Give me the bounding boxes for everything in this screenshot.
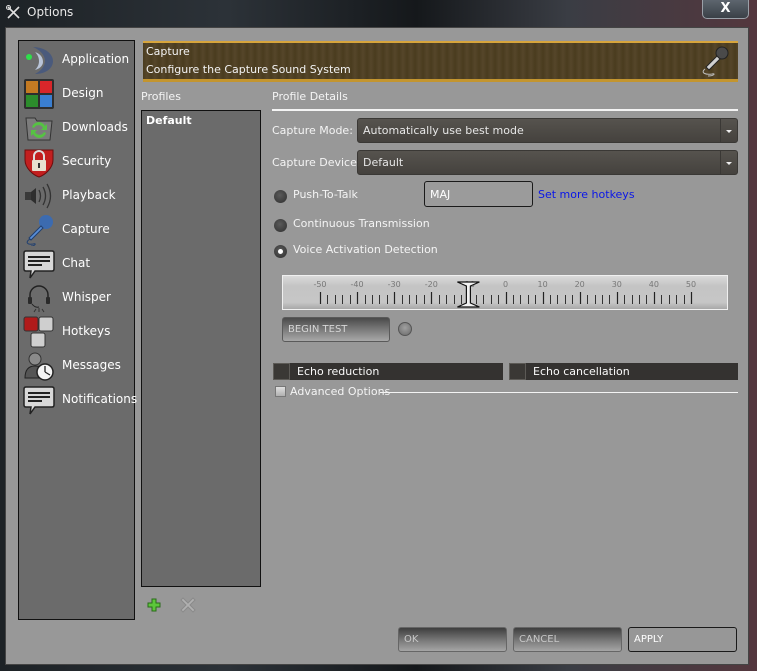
divider (380, 392, 738, 393)
hotkey-input[interactable]: MAJ (424, 181, 533, 207)
sidebar-item-label: Messages (62, 358, 121, 372)
sidebar-item-label: Playback (62, 188, 116, 202)
sidebar-item-design[interactable]: Design (22, 77, 134, 111)
slider-tick-label: 50 (686, 280, 696, 289)
sidebar-item-playback[interactable]: Playback (22, 179, 134, 213)
advanced-options-checkbox[interactable] (275, 386, 286, 397)
sidebar-item-messages[interactable]: Messages (22, 349, 134, 383)
user-clock-icon (24, 352, 54, 381)
chevron-down-icon[interactable] (720, 119, 737, 142)
close-icon: X (720, 1, 731, 16)
sidebar-item-chat[interactable]: Chat (22, 247, 134, 281)
teamspeak-logo-icon (26, 47, 53, 74)
microphone-icon (702, 46, 729, 77)
capture-mode-label: Capture Mode: (272, 124, 353, 137)
sidebar-item-label: Design (62, 86, 104, 100)
sidebar-item-label: Whisper (62, 290, 111, 304)
sidebar-item-hotkeys[interactable]: Hotkeys (22, 315, 134, 349)
sidebar-item-whisper[interactable]: Whisper (22, 281, 134, 315)
slider-tick-label: 0 (503, 280, 508, 289)
section-header: Capture Configure the Capture Sound Syst… (143, 41, 738, 82)
set-more-hotkeys-link[interactable]: Set more hotkeys (538, 188, 635, 201)
slider-tick-label: -50 (313, 280, 326, 289)
notification-bubble-icon (23, 386, 55, 415)
sidebar: Application Design Downloads Security Pl… (18, 40, 138, 620)
microphone-icon (26, 215, 53, 246)
options-dialog: Application Design Downloads Security Pl… (5, 27, 749, 665)
push-to-talk-radio[interactable] (274, 190, 287, 203)
profile-item-default[interactable]: Default (146, 114, 192, 127)
close-button[interactable]: X (702, 0, 749, 19)
capture-mode-value: Automatically use best mode (363, 124, 524, 137)
sidebar-item-label: Hotkeys (62, 324, 111, 338)
keys-icon (23, 316, 54, 348)
speaker-icon (25, 183, 52, 209)
profiles-label: Profiles (141, 90, 181, 103)
echo-reduction-checkbox[interactable]: Echo reduction (273, 363, 503, 380)
slider-tick-label: -20 (425, 280, 438, 289)
cancel-button[interactable]: CANCEL (513, 627, 622, 652)
cancel-label: CANCEL (519, 634, 560, 645)
advanced-options-label[interactable]: Advanced Options (290, 385, 390, 398)
voice-activation-label[interactable]: Voice Activation Detection (293, 243, 438, 256)
sidebar-item-application[interactable]: Application (22, 43, 134, 77)
slider-tick-label: -30 (388, 280, 401, 289)
begin-test-label: BEGIN TEST (288, 324, 348, 335)
voice-activation-radio[interactable] (274, 245, 287, 258)
sidebar-item-capture[interactable]: Capture (22, 213, 134, 247)
slider-tick-label: 10 (538, 280, 548, 289)
continuous-transmission-label[interactable]: Continuous Transmission (293, 217, 430, 230)
slider-tick-label: -40 (351, 280, 364, 289)
push-to-talk-label[interactable]: Push-To-Talk (293, 188, 358, 201)
folder-sync-icon (25, 117, 53, 141)
slider-tick-label: 20 (575, 280, 585, 289)
sidebar-item-security[interactable]: Security (22, 145, 134, 179)
chevron-down-icon[interactable] (720, 151, 737, 174)
begin-test-button[interactable]: BEGIN TEST (282, 317, 390, 342)
sidebar-item-label: Security (62, 154, 112, 168)
profiles-list[interactable]: Default (141, 110, 261, 587)
title-bar: Options X (0, 0, 757, 27)
sidebar-item-label: Application (62, 52, 130, 66)
apply-button[interactable]: APPLY (628, 627, 737, 652)
apply-label: APPLY (634, 634, 664, 645)
headset-icon (28, 285, 50, 313)
capture-device-select[interactable]: Default (357, 150, 738, 175)
sidebar-item-label: Downloads (62, 120, 128, 134)
echo-cancellation-checkbox[interactable]: Echo cancellation (509, 363, 738, 380)
checkbox-box[interactable] (509, 363, 526, 380)
capture-mode-select[interactable]: Automatically use best mode (357, 118, 738, 143)
chat-bubble-icon (23, 250, 55, 279)
profile-details-label: Profile Details (272, 90, 348, 103)
hotkey-value: MAJ (430, 188, 451, 201)
checkbox-box[interactable] (273, 363, 290, 380)
sidebar-item-notifications[interactable]: Notifications (22, 383, 138, 417)
delete-profile-button[interactable] (180, 597, 196, 613)
continuous-transmission-radio[interactable] (274, 219, 287, 232)
section-subtitle: Configure the Capture Sound System (146, 63, 351, 76)
ok-button[interactable]: OK (398, 627, 507, 652)
window-title: Options (27, 5, 74, 19)
section-title: Capture (146, 45, 190, 58)
shield-lock-icon (24, 149, 54, 178)
color-tiles-icon (24, 79, 54, 109)
test-status-indicator (398, 322, 412, 336)
sidebar-item-downloads[interactable]: Downloads (22, 111, 134, 145)
divider (272, 109, 738, 111)
sidebar-item-label: Chat (62, 256, 91, 270)
tools-icon (6, 5, 20, 19)
slider-tick-label: 30 (612, 280, 622, 289)
slider-tick-label: 40 (649, 280, 659, 289)
capture-device-value: Default (363, 156, 404, 169)
sidebar-item-label: Capture (62, 222, 110, 236)
sidebar-item-label: Notifications (62, 392, 138, 406)
echo-reduction-label: Echo reduction (297, 365, 380, 378)
slider-scale: -50-40-30-20-1001020304050 (313, 280, 696, 308)
capture-device-label: Capture Device: (272, 156, 361, 169)
echo-cancellation-label: Echo cancellation (533, 365, 630, 378)
vad-threshold-slider[interactable]: -50-40-30-20-1001020304050 (282, 275, 728, 310)
ok-label: OK (404, 634, 419, 645)
add-profile-button[interactable] (146, 597, 162, 613)
